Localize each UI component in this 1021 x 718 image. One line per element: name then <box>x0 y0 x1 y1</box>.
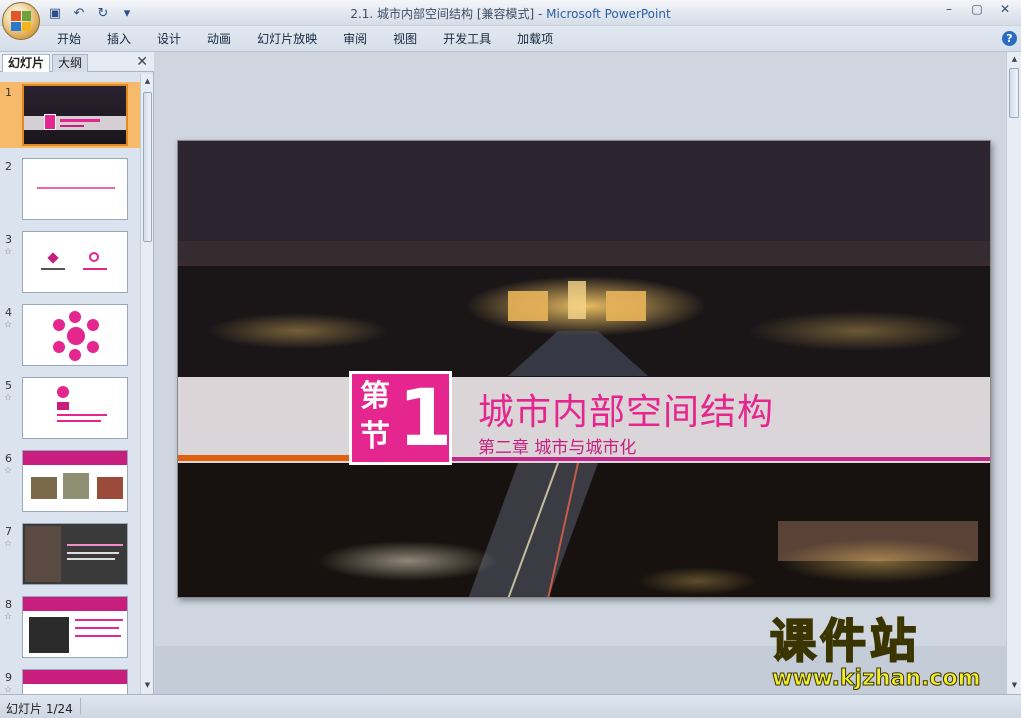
window-title: 2.1. 城市内部空间结构 [兼容模式] - Microsoft PowerPo… <box>0 5 1021 22</box>
slide-thumbnail-9[interactable]: 9 ☆ <box>0 667 140 694</box>
animation-star-icon: ☆ <box>4 612 13 622</box>
close-button[interactable]: ✕ <box>991 0 1019 18</box>
slide-preview <box>22 84 128 146</box>
slide-title[interactable]: 城市内部空间结构 <box>478 383 774 435</box>
slide-preview <box>22 304 128 366</box>
watermark-title: 课件站 <box>769 614 920 668</box>
slide-number: 7 <box>5 525 12 538</box>
slide-preview <box>22 669 128 694</box>
watermark-url: www.kjzhan.com <box>772 666 982 691</box>
animation-star-icon: ☆ <box>4 247 13 257</box>
office-logo-icon <box>11 11 31 31</box>
slide-number: 1 <box>5 86 12 99</box>
tab-insert[interactable]: 插入 <box>94 30 144 48</box>
tab-slideshow[interactable]: 幻灯片放映 <box>244 30 330 48</box>
scroll-down-icon[interactable]: ▼ <box>1010 681 1019 691</box>
tab-addins[interactable]: 加载项 <box>504 30 566 48</box>
status-bar: 幻灯片 1/24 <box>0 694 1021 718</box>
tab-home[interactable]: 开始 <box>44 30 94 48</box>
slide-preview <box>22 158 128 220</box>
thumbnails-scrollbar[interactable]: ▲ ▼ <box>140 74 153 694</box>
slide-preview <box>22 450 128 512</box>
slide-number: 5 <box>5 379 12 392</box>
scroll-up-icon[interactable]: ▲ <box>1010 55 1019 65</box>
close-pane-icon[interactable]: ✕ <box>136 54 148 70</box>
slide-thumbnail-2[interactable]: 2 <box>0 156 140 222</box>
slide-scrollbar[interactable]: ▲ ▼ <box>1006 52 1021 694</box>
slide-thumbnail-1[interactable]: 1 <box>0 82 140 148</box>
slide-thumbnail-3[interactable]: 3 ☆ <box>0 229 140 295</box>
ribbon: 开始 插入 设计 动画 幻灯片放映 审阅 视图 开发工具 加载项 ? <box>0 26 1021 52</box>
tab-slides[interactable]: 幻灯片 <box>2 54 51 72</box>
badge-top-char: 第 <box>360 379 390 414</box>
slide-thumbnail-5[interactable]: 5 ☆ <box>0 375 140 441</box>
animation-star-icon: ☆ <box>4 393 13 403</box>
slide-number: 9 <box>5 671 12 684</box>
ribbon-tabs: 开始 插入 设计 动画 幻灯片放映 审阅 视图 开发工具 加载项 <box>44 30 566 48</box>
slide-thumbnails: 1 2 3 ☆ 4 ☆ 5 ☆ 6 ☆ 7 ☆ 8 ☆ 9 ☆ <box>0 74 140 694</box>
site-watermark: 课件站 www.kjzhan.com <box>769 614 1006 694</box>
office-button[interactable] <box>2 2 40 40</box>
scroll-down-icon[interactable]: ▼ <box>143 681 152 691</box>
scrollbar-thumb[interactable] <box>143 92 152 242</box>
animation-star-icon: ☆ <box>4 685 13 694</box>
title-bar: ▣ ↶ ↻ ▾ 2.1. 城市内部空间结构 [兼容模式] - Microsoft… <box>0 0 1021 26</box>
animation-star-icon: ☆ <box>4 539 13 549</box>
tab-animations[interactable]: 动画 <box>194 30 244 48</box>
tab-outline[interactable]: 大纲 <box>52 54 89 72</box>
document-title: 2.1. 城市内部空间结构 [兼容模式] - <box>350 7 547 21</box>
scrollbar-thumb[interactable] <box>1009 68 1019 118</box>
city-night-photo <box>178 141 990 597</box>
section-badge: 第 节 1 <box>349 371 452 465</box>
animation-star-icon: ☆ <box>4 466 13 476</box>
slide-thumbnail-6[interactable]: 6 ☆ <box>0 448 140 514</box>
slide-preview <box>22 377 128 439</box>
slide-preview <box>22 523 128 585</box>
slide-subtitle[interactable]: 第二章 城市与城市化 <box>478 433 636 458</box>
slide-thumbnail-4[interactable]: 4 ☆ <box>0 302 140 368</box>
slide-number: 2 <box>5 160 12 173</box>
slide-number: 8 <box>5 598 12 611</box>
slides-pane: 幻灯片 大纲 ✕ 1 2 3 ☆ 4 ☆ 5 ☆ 6 ☆ 7 ☆ 8 ☆ 9 ☆… <box>0 52 154 694</box>
status-divider <box>80 698 81 715</box>
tab-view[interactable]: 视图 <box>380 30 430 48</box>
tab-design[interactable]: 设计 <box>144 30 194 48</box>
minimize-button[interactable]: – <box>935 0 963 18</box>
accent-line-orange <box>178 455 353 461</box>
scroll-up-icon[interactable]: ▲ <box>143 77 152 87</box>
slide-number: 3 <box>5 233 12 246</box>
animation-star-icon: ☆ <box>4 320 13 330</box>
tab-review[interactable]: 审阅 <box>330 30 380 48</box>
slide-preview <box>22 596 128 658</box>
app-name: Microsoft PowerPoint <box>546 7 671 21</box>
badge-number: 1 <box>398 374 453 464</box>
slide-thumbnail-8[interactable]: 8 ☆ <box>0 594 140 660</box>
tab-developer[interactable]: 开发工具 <box>430 30 504 48</box>
slide-number: 4 <box>5 306 12 319</box>
window-controls: – ▢ ✕ <box>935 0 1019 18</box>
badge-bottom-char: 节 <box>360 419 390 454</box>
slide-thumbnail-7[interactable]: 7 ☆ <box>0 521 140 587</box>
pane-tabs: 幻灯片 大纲 ✕ <box>0 52 154 72</box>
current-slide[interactable]: 第 节 1 城市内部空间结构 第二章 城市与城市化 <box>177 140 991 598</box>
slide-preview <box>22 231 128 293</box>
slide-number: 6 <box>5 452 12 465</box>
help-icon[interactable]: ? <box>1002 31 1017 46</box>
slide-count-status: 幻灯片 1/24 <box>6 702 73 716</box>
restore-button[interactable]: ▢ <box>963 0 991 18</box>
